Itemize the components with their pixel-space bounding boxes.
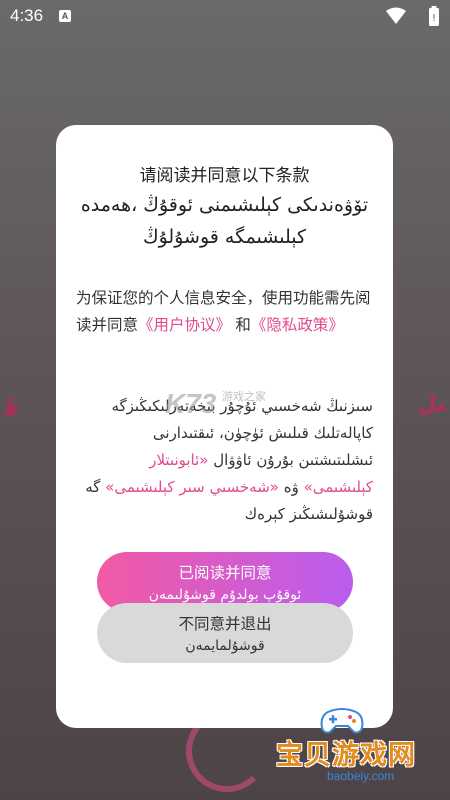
baobei-watermark-url: baobeiy.com — [327, 769, 395, 783]
status-time: 4:36 — [10, 6, 44, 25]
svg-text:!: ! — [432, 13, 436, 24]
dialog-title-ug: تۆۋەندىكى كېلىشىمنى ئوقۇڭ ،ھەمدە كېلىشىم… — [80, 194, 369, 248]
k73-watermark: K73 — [165, 388, 217, 419]
disagree-exit-button[interactable]: 不同意并退出 قوشۇلمايمەن — [97, 603, 353, 663]
user-agreement-link[interactable]: 《用户协议》 — [138, 317, 231, 334]
wifi-icon — [386, 7, 406, 24]
background-text-left: ﯘ — [4, 392, 18, 417]
app-notification-icon: A — [59, 10, 71, 22]
terms-dialog: 请阅读并同意以下条款 تۆۋەندىكى كېلىشىمنى ئوقۇڭ ،ھە… — [56, 125, 393, 728]
battery-icon: ! — [429, 6, 439, 26]
background-text-right: ﯩﻞ — [417, 392, 446, 417]
privacy-policy-link[interactable]: 《隐私政策》 — [251, 317, 344, 334]
and-text-cn: 和 — [235, 317, 251, 334]
dialog-body-ug: سىزنىڭ شەخسىي ئۇچۇر بىخەتەرلىكىڭىزگە كاپ… — [76, 393, 373, 528]
baobei-watermark: 宝贝游戏网 — [276, 740, 416, 771]
gamepad-icon — [320, 708, 364, 734]
disagree-button-label-ug: قوشۇلمايمەن — [185, 638, 265, 654]
disagree-button-label-cn: 不同意并退出 — [178, 616, 272, 633]
privacy-policy-link-ug[interactable]: «شەخسىي سىر كېلىشىمى» — [105, 478, 279, 496]
dialog-title-cn: 请阅读并同意以下条款 — [139, 166, 310, 185]
agree-button-label-cn: 已阅读并同意 — [178, 565, 272, 582]
dialog-body-cn: 为保证您的个人信息安全，使用功能需先阅读并同意《用户协议》 和《隐私政策》 — [76, 285, 374, 339]
status-bar: 4:36 A ! — [0, 0, 450, 34]
and-text-ug: ۋە — [278, 478, 304, 496]
k73-watermark-sub: 游戏之家 — [222, 390, 266, 403]
agree-button-label-ug: ئوقۇپ بولدۇم قوشۇلىمەن — [148, 587, 302, 603]
